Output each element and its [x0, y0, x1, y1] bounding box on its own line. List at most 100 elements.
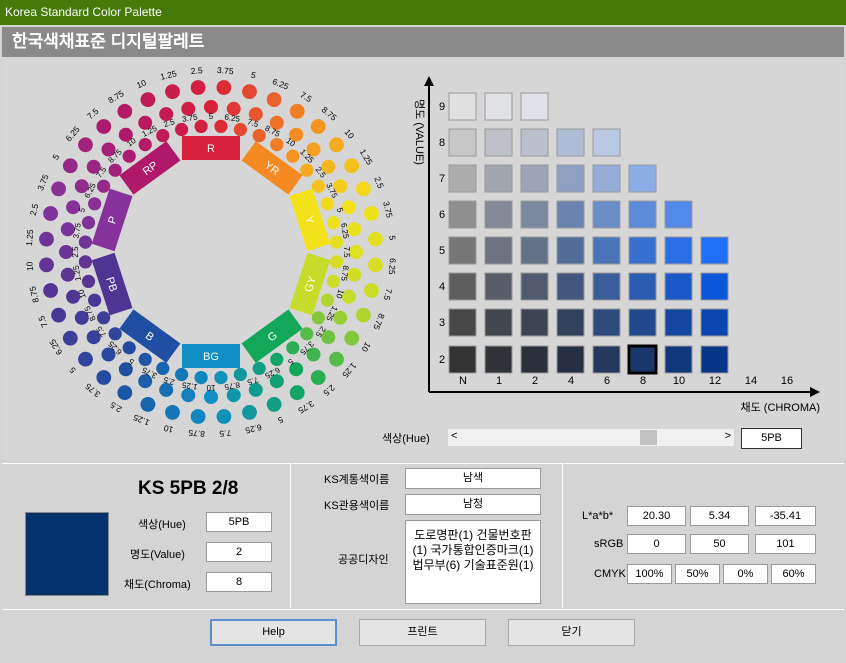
color-chip-dot[interactable]: [242, 84, 257, 99]
color-chip[interactable]: [448, 345, 477, 374]
color-chip[interactable]: [556, 345, 585, 374]
color-chip-dot[interactable]: [300, 327, 314, 341]
color-chip[interactable]: [520, 92, 549, 121]
color-chip-dot[interactable]: [88, 293, 102, 307]
color-chip[interactable]: [520, 308, 549, 337]
color-chip-dot[interactable]: [330, 235, 344, 249]
color-chip[interactable]: [448, 236, 477, 265]
color-chip-dot[interactable]: [122, 149, 136, 163]
color-chip-dot[interactable]: [289, 103, 305, 119]
color-chip[interactable]: [700, 272, 729, 301]
color-chip-dot[interactable]: [330, 255, 344, 269]
color-chip-dot[interactable]: [214, 119, 228, 133]
color-chip[interactable]: [484, 345, 513, 374]
color-chip[interactable]: [448, 128, 477, 157]
color-chip[interactable]: [592, 308, 621, 337]
color-chip[interactable]: [484, 272, 513, 301]
color-chip[interactable]: [556, 236, 585, 265]
color-chip[interactable]: [700, 345, 729, 374]
color-chip-dot[interactable]: [194, 119, 208, 133]
color-chip[interactable]: [556, 200, 585, 229]
color-chip-dot[interactable]: [39, 231, 54, 247]
color-chip-dot[interactable]: [190, 409, 206, 424]
color-chip-dot[interactable]: [190, 80, 206, 95]
hue-slider-thumb[interactable]: [640, 430, 657, 445]
color-chip-dot[interactable]: [51, 181, 66, 197]
color-chip[interactable]: [484, 308, 513, 337]
color-chip-dot[interactable]: [289, 385, 305, 401]
color-chip-dot[interactable]: [368, 257, 383, 273]
color-chip[interactable]: [448, 200, 477, 229]
color-chip-dot[interactable]: [300, 163, 314, 177]
color-chip-dot[interactable]: [194, 371, 208, 385]
color-chip-dot[interactable]: [356, 307, 371, 323]
color-chip[interactable]: [556, 308, 585, 337]
color-chip-dot[interactable]: [270, 352, 284, 366]
color-chip[interactable]: [484, 164, 513, 193]
color-chip-dot[interactable]: [43, 283, 58, 298]
color-chip-dot[interactable]: [117, 103, 133, 119]
color-chip[interactable]: [592, 345, 621, 374]
color-chip[interactable]: [628, 236, 657, 265]
color-chip-dot[interactable]: [78, 137, 93, 153]
color-chip-dot[interactable]: [62, 158, 78, 174]
close-button[interactable]: 닫기: [508, 619, 635, 646]
color-chip-dot[interactable]: [242, 405, 257, 420]
color-chip-dot[interactable]: [233, 367, 247, 382]
color-chip-dot[interactable]: [344, 158, 360, 174]
color-chip[interactable]: [520, 345, 549, 374]
hue-wheel[interactable]: 1.253.752.553.756.2557.56.258.757.5108.7…: [2, 58, 422, 458]
color-chip[interactable]: [448, 164, 477, 193]
color-chip-dot[interactable]: [165, 405, 180, 420]
color-chip-dot[interactable]: [356, 181, 371, 197]
color-chip-dot[interactable]: [233, 122, 247, 137]
color-chip-dot[interactable]: [311, 179, 325, 193]
color-chip[interactable]: [627, 344, 658, 375]
color-chip[interactable]: [448, 308, 477, 337]
color-chip-dot[interactable]: [138, 138, 152, 152]
scroll-left-arrow[interactable]: <: [451, 430, 457, 442]
color-chip[interactable]: [628, 272, 657, 301]
color-chip-dot[interactable]: [364, 283, 379, 298]
color-chip-dot[interactable]: [43, 206, 58, 221]
color-chip-dot[interactable]: [311, 311, 325, 325]
color-chip[interactable]: [520, 236, 549, 265]
color-chip-dot[interactable]: [117, 385, 133, 401]
color-chip-dot[interactable]: [156, 129, 170, 143]
color-chip-dot[interactable]: [175, 122, 189, 137]
color-chip[interactable]: [592, 236, 621, 265]
color-chip-dot[interactable]: [78, 235, 92, 249]
color-chip[interactable]: [484, 128, 513, 157]
color-chip[interactable]: [592, 272, 621, 301]
color-chip[interactable]: [484, 236, 513, 265]
color-chip-dot[interactable]: [78, 351, 93, 367]
value-chroma-chart[interactable]: 명도 (VALUE)채도 (CHROMA)98765432N 1 2 4 6 8 10 12 1…: [402, 72, 822, 432]
color-chip-dot[interactable]: [97, 179, 111, 193]
color-chip[interactable]: [628, 200, 657, 229]
color-chip-dot[interactable]: [266, 92, 282, 107]
color-chip[interactable]: [556, 128, 585, 157]
color-chip-dot[interactable]: [329, 351, 344, 367]
color-chip[interactable]: [448, 272, 477, 301]
color-chip-dot[interactable]: [51, 307, 66, 323]
color-chip-dot[interactable]: [320, 197, 334, 211]
color-chip-dot[interactable]: [108, 163, 122, 177]
help-button[interactable]: Help: [210, 619, 337, 646]
hue-sector-r[interactable]: R: [182, 136, 240, 160]
color-chip[interactable]: [592, 200, 621, 229]
color-chip-dot[interactable]: [175, 367, 189, 382]
color-chip-dot[interactable]: [364, 206, 379, 221]
color-chip[interactable]: [448, 92, 477, 121]
color-chip-dot[interactable]: [344, 330, 360, 346]
color-chip[interactable]: [700, 308, 729, 337]
hue-sector-bg[interactable]: BG: [182, 344, 240, 368]
color-chip-dot[interactable]: [270, 138, 284, 152]
color-chip-dot[interactable]: [96, 370, 112, 385]
color-chip[interactable]: [592, 164, 621, 193]
color-chip-dot[interactable]: [62, 330, 78, 346]
color-chip-dot[interactable]: [214, 371, 228, 385]
color-chip-dot[interactable]: [310, 119, 326, 134]
color-chip[interactable]: [628, 308, 657, 337]
color-chip[interactable]: [700, 236, 729, 265]
scroll-right-arrow[interactable]: >: [725, 430, 731, 442]
